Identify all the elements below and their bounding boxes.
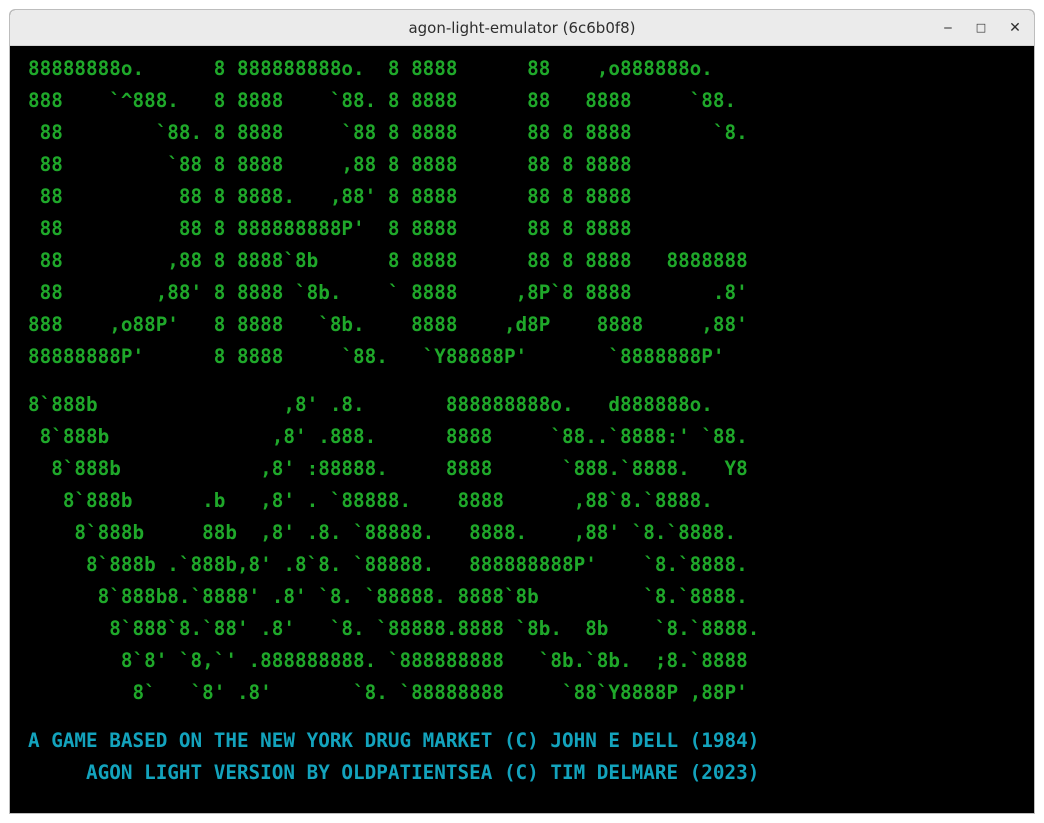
- logo-line: 8`888b ,8' :88888. 8888 `888.`8888. Y8: [28, 457, 748, 480]
- logo-line: 8`888b 88b ,8' .8. `88888. 8888. ,88' `8…: [28, 521, 737, 544]
- logo-line: 888 `^888. 8 8888 `88. 8 8888 88 8888 `8…: [28, 89, 737, 112]
- logo-line: 88 88 8 888888888P' 8 8888 88 8 8888: [28, 217, 632, 240]
- window-title: agon-light-emulator (6c6b0f8): [408, 19, 636, 37]
- close-button[interactable]: ✕: [1003, 16, 1027, 40]
- logo-line: 88 88 8 8888. ,88' 8 8888 88 8 8888: [28, 185, 632, 208]
- logo-line: 88 ,88' 8 8888 `8b. ` 8888 ,8P`8 8888 .8…: [28, 281, 748, 304]
- emulator-window: agon-light-emulator (6c6b0f8) ‒ □ ✕ 8888…: [9, 9, 1035, 814]
- credits-line-1: A GAME BASED ON THE NEW YORK DRUG MARKET…: [28, 729, 760, 752]
- logo-line: 8`888b .b ,8' . `88888. 8888 ,88`8.`8888…: [28, 489, 713, 512]
- logo-line: 8` `8' .8' `8. `88888888 `88`Y8888P ,88P…: [28, 681, 748, 704]
- logo-line: 8`888b8.`8888' .8' `8. `88888. 8888`8b `…: [28, 585, 748, 608]
- title-bar[interactable]: agon-light-emulator (6c6b0f8) ‒ □ ✕: [10, 10, 1034, 46]
- logo-line: 88888888o. 8 888888888o. 8 8888 88 ,o888…: [28, 57, 713, 80]
- logo-line: 8`888`8.`88' .8' `8. `88888.8888 `8b. 8b…: [28, 617, 760, 640]
- credits-line-2: AGON LIGHT VERSION BY OLDPATIENTSEA (C) …: [28, 761, 760, 784]
- minimize-button[interactable]: ‒: [936, 16, 960, 40]
- logo-line: 888 ,o88P' 8 8888 `8b. 8888 ,d8P 8888 ,8…: [28, 313, 748, 336]
- logo-line: 8`888b ,8' .8. 888888888o. d888888o.: [28, 393, 713, 416]
- maximize-button[interactable]: □: [969, 16, 993, 40]
- logo-line: 8`8' `8,`' .888888888. `888888888 `8b.`8…: [28, 649, 748, 672]
- emulator-screen[interactable]: 88888888o. 8 888888888o. 8 8888 88 ,o888…: [10, 46, 1034, 813]
- logo-line: 8`888b .`888b,8' .8`8. `88888. 888888888…: [28, 553, 748, 576]
- logo-line: 88888888P' 8 8888 `88. `Y88888P' `888888…: [28, 345, 725, 368]
- logo-line: 88 ,88 8 8888`8b 8 8888 88 8 8888 888888…: [28, 249, 748, 272]
- logo-line: 88 `88. 8 8888 `88 8 8888 88 8 8888 `8.: [28, 121, 748, 144]
- logo-line: 88 `88 8 8888 ,88 8 8888 88 8 8888: [28, 153, 632, 176]
- logo-line: 8`888b ,8' .888. 8888 `88..`8888:' `88.: [28, 425, 748, 448]
